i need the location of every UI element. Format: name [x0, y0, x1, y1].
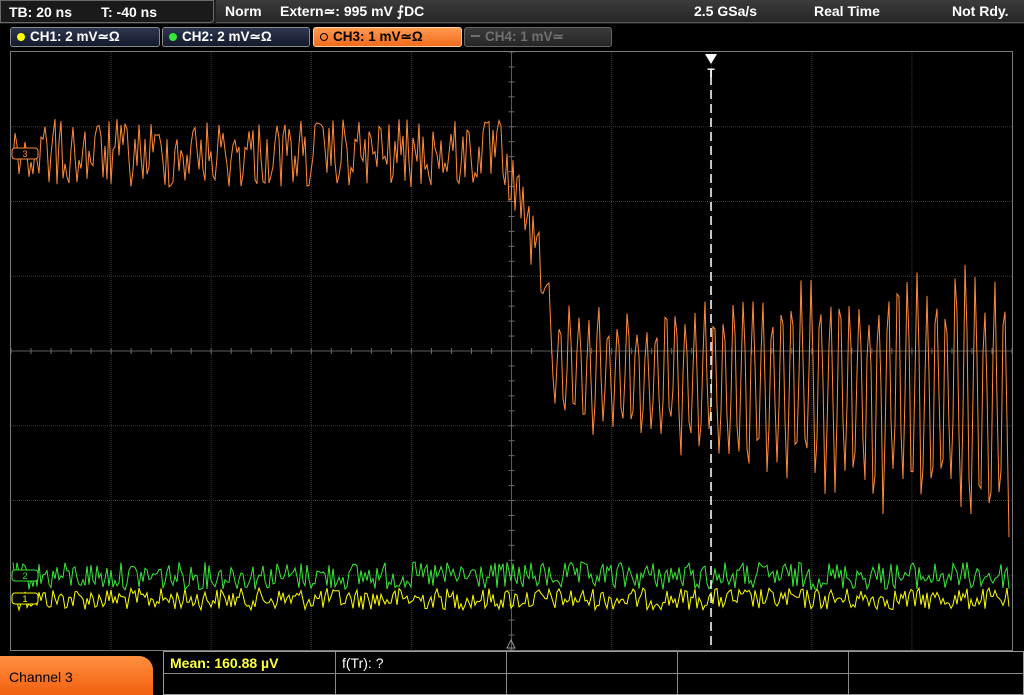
tab-ch1[interactable]: CH1: 2 mV≃Ω [10, 27, 160, 47]
tab-ch3[interactable]: CH3: 1 mV≃Ω [313, 27, 462, 47]
timebase-panel[interactable]: TB: 20 ns T: -40 ns [0, 0, 214, 23]
ch2-indicator-icon [169, 33, 177, 41]
measurement-divider [335, 652, 336, 694]
trigger-status: Not Rdy. [952, 3, 1009, 19]
measurement-divider [506, 652, 507, 694]
waveform-display[interactable]: T 3 2 1 [10, 51, 1013, 651]
measurement-divider [677, 652, 678, 694]
trigger-time-readout[interactable]: T: -40 ns [101, 4, 157, 20]
acquisition-mode[interactable]: Norm [225, 3, 262, 19]
ch1-offset-marker[interactable]: 1 [11, 592, 39, 605]
ch4-indicator-icon [471, 35, 480, 37]
tab-ch3-label: CH3: 1 mV≃Ω [333, 29, 423, 44]
graticule [11, 52, 1012, 650]
ftr-measurement: f(Tr): ? [342, 655, 384, 671]
measurement-table[interactable]: Mean: 160.88 µV f(Tr): ? [163, 651, 1024, 695]
ch3-indicator-icon [320, 33, 328, 41]
channel-tabs: CH1: 2 mV≃Ω CH2: 2 mV≃Ω CH3: 1 mV≃Ω CH4:… [0, 24, 1024, 50]
active-channel-label[interactable]: Channel 3 [0, 656, 153, 695]
ch2-offset-marker[interactable]: 2 [11, 569, 39, 582]
sample-rate[interactable]: 2.5 GSa/s [694, 3, 757, 19]
mean-measurement: Mean: 160.88 µV [170, 655, 279, 671]
measurement-divider [164, 673, 1023, 674]
tab-ch2[interactable]: CH2: 2 mV≃Ω [162, 27, 310, 47]
acquisition-type[interactable]: Real Time [814, 3, 880, 19]
timebase-readout[interactable]: TB: 20 ns [9, 4, 72, 20]
tab-ch1-label: CH1: 2 mV≃Ω [30, 29, 120, 44]
trigger-position-label: T [707, 66, 715, 80]
ch1-offset-marker-label: 1 [22, 594, 27, 604]
ch2-offset-marker-label: 2 [22, 571, 27, 581]
tab-ch2-label: CH2: 2 mV≃Ω [182, 29, 272, 44]
measurement-divider [848, 652, 849, 694]
trigger-position-icon[interactable] [705, 54, 717, 64]
active-channel-text: Channel 3 [9, 669, 73, 685]
ch3-offset-marker-label: 3 [22, 149, 27, 159]
acquisition-panel: Norm Extern≃: 995 mV ⨍DC 2.5 GSa/s Real … [216, 0, 1024, 23]
ch3-offset-marker[interactable]: 3 [11, 147, 39, 160]
measurement-bar: Channel 3 Mean: 160.88 µV f(Tr): ? [0, 651, 1024, 695]
ch1-indicator-icon [17, 33, 25, 41]
tab-ch4[interactable]: CH4: 1 mV≃ [464, 27, 612, 47]
status-bar: TB: 20 ns T: -40 ns Norm Extern≃: 995 mV… [0, 0, 1024, 24]
tab-ch4-label: CH4: 1 mV≃ [485, 29, 564, 44]
trigger-source[interactable]: Extern≃: 995 mV ⨍DC [280, 3, 424, 20]
